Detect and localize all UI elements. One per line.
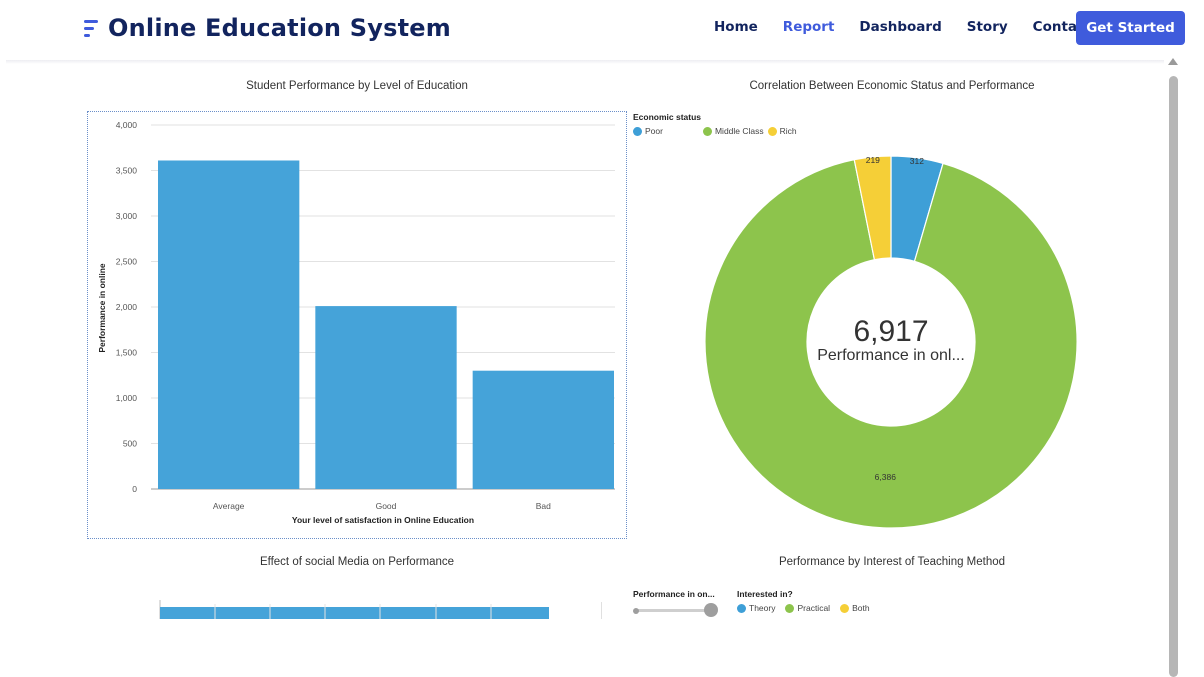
bar-chart-bar[interactable]: [315, 306, 457, 489]
bar-chart-y-tick-label: 1,000: [116, 393, 138, 403]
donut-chart-title: Correlation Between Economic Status and …: [749, 80, 1035, 92]
donut-legend-title: Economic status: [633, 112, 702, 122]
bar-chart-bar[interactable]: [472, 370, 614, 489]
bar-chart-y-tick-label: 0: [132, 484, 137, 494]
legend-dot: [785, 603, 795, 613]
legend-item-middle-class[interactable]: Middle Class: [702, 126, 764, 136]
bar-chart-bar[interactable]: [158, 160, 300, 490]
bar-chart-x-label: Your level of satisfaction in Online Edu…: [292, 515, 474, 525]
legend-dot: [702, 126, 712, 136]
legend-item-practical[interactable]: Practical: [785, 603, 830, 613]
legend-dot: [737, 603, 746, 613]
scroll-up-icon[interactable]: [1168, 58, 1178, 65]
nav-dashboard[interactable]: Dashboard: [859, 19, 941, 35]
scroll-thumb[interactable]: [1169, 76, 1178, 677]
legend-item-rich[interactable]: Rich: [767, 126, 797, 136]
donut-value-label: 312: [910, 156, 924, 166]
bar-chart-title: Student Performance by Level of Educatio…: [246, 80, 468, 92]
chart-separator: [601, 602, 602, 619]
legend-label: Poor: [645, 126, 663, 136]
donut-value-label: 6,386: [875, 472, 897, 482]
bar-chart: 05001,0001,5002,0002,5003,0003,5004,000 …: [97, 120, 615, 525]
legend-item-poor[interactable]: Poor: [633, 126, 663, 136]
bar-chart-y-tick-label: 1,500: [116, 348, 138, 358]
bar-chart-x-tick-label: Average: [213, 501, 245, 511]
top-navbar: Online Education System Home Report Dash…: [0, 0, 1204, 60]
performance-slider-min-handle[interactable]: [633, 608, 639, 614]
teaching-chart-title: Performance by Interest of Teaching Meth…: [778, 556, 1006, 568]
app-title: Online Education System: [108, 14, 451, 42]
bar-chart-y-tick-label: 2,000: [116, 302, 138, 312]
social-chart-title: Effect of social Media on Performance: [259, 556, 455, 568]
bar-chart-y-tick-label: 500: [123, 439, 137, 449]
brand[interactable]: Online Education System: [84, 14, 451, 42]
legend-label: Middle Class: [714, 126, 764, 136]
performance-slider-label: Performance in on...: [633, 589, 715, 599]
donut-value-label: 219: [866, 156, 880, 165]
bar-chart-y-tick-label: 3,500: [116, 166, 138, 176]
bar-chart-y-tick-label: 3,000: [116, 211, 138, 221]
legend-dot: [633, 126, 642, 136]
donut-legend: Poor Middle Class Rich: [633, 126, 801, 136]
legend-label: Rich: [779, 126, 797, 136]
bar-chart-y-ticks: 0 500 1,000 1,500 2,000 2,500 3,000 3,500 4,000: [116, 120, 138, 494]
performance-slider-track[interactable]: [636, 609, 714, 612]
nav-home[interactable]: Home: [714, 19, 758, 35]
bar-chart-bars: [158, 160, 614, 490]
donut-center-value: 6,917: [853, 315, 928, 348]
legend-item-both[interactable]: Both: [840, 603, 870, 613]
teaching-legend: Theory Practical Both: [737, 603, 880, 613]
legend-dot: [840, 603, 850, 613]
vertical-scrollbar[interactable]: [1166, 58, 1180, 677]
nav-story[interactable]: Story: [967, 19, 1008, 35]
legend-item-theory[interactable]: Theory: [737, 603, 775, 613]
bar-chart-y-tick-label: 2,500: [116, 257, 138, 267]
nav-report[interactable]: Report: [783, 19, 835, 35]
teaching-legend-title: Interested in?: [737, 589, 793, 599]
bar-chart-x-tick-label: Good: [376, 501, 397, 511]
legend-dot: [767, 126, 777, 136]
donut-chart: 312 6,386 219 6,917 Performance in onl...: [705, 156, 1077, 528]
menu-icon[interactable]: [84, 17, 100, 39]
bar-chart-y-label: Performance in online: [97, 263, 107, 353]
bar-chart-y-tick-label: 4,000: [116, 120, 138, 130]
social-chart: [159, 600, 549, 619]
main-nav: Home Report Dashboard Story Contact: [714, 19, 1116, 35]
performance-slider-max-handle[interactable]: [704, 603, 718, 617]
bar-chart-x-ticks: Average Good Bad: [213, 501, 551, 511]
donut-center-label: Performance in onl...: [817, 347, 965, 364]
header-divider: [6, 60, 1164, 64]
get-started-button[interactable]: Get Started: [1076, 11, 1185, 45]
bar-chart-x-tick-label: Bad: [536, 501, 551, 511]
